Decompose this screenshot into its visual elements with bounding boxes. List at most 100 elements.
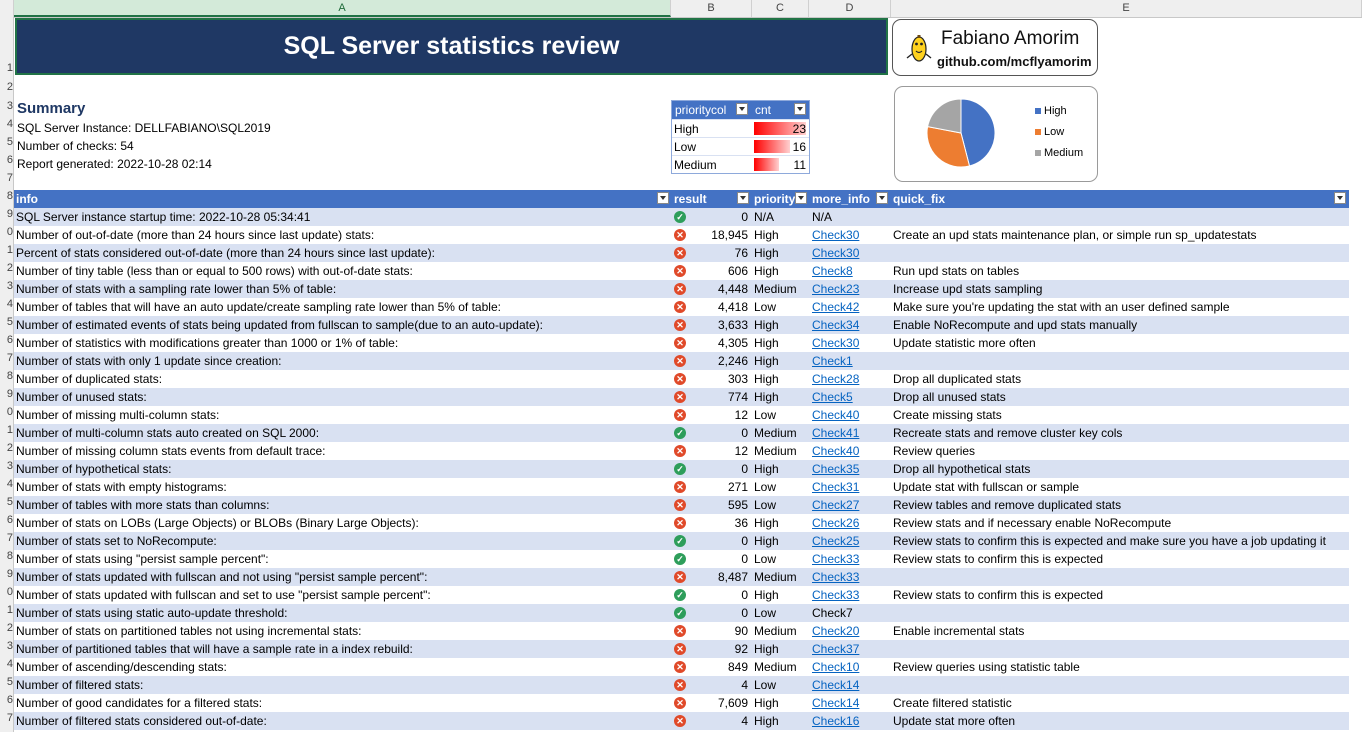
more-info-link[interactable]: Check26 (812, 516, 859, 530)
row-number[interactable]: 7 (0, 532, 13, 544)
table-row[interactable]: Number of stats updated with fullscan an… (14, 586, 1349, 604)
more-info-link[interactable]: Check41 (812, 426, 859, 440)
table-row[interactable]: Number of missing multi-column stats: ✕ 12… (14, 406, 1349, 424)
column-header-e[interactable]: E (891, 0, 1362, 17)
table-row[interactable]: Number of stats on partitioned tables no… (14, 622, 1349, 640)
pivot-row[interactable]: High 23 (672, 119, 809, 137)
more-info-link[interactable]: Check33 (812, 552, 859, 566)
table-row[interactable]: Percent of stats considered out-of-date … (14, 244, 1349, 262)
row-number[interactable]: 1 (0, 604, 13, 616)
column-header-b[interactable]: B (671, 0, 752, 17)
more-info-link[interactable]: Check30 (812, 246, 859, 260)
legend-item-high[interactable]: High (1035, 105, 1067, 117)
pivot-prioritycol-filter-icon[interactable] (736, 103, 748, 115)
table-row[interactable]: Number of multi-column stats auto create… (14, 424, 1349, 442)
more-info-link[interactable]: Check33 (812, 570, 859, 584)
table-row[interactable]: Number of stats using static auto-update… (14, 604, 1349, 622)
pivot-cnt-filter-icon[interactable] (794, 103, 806, 115)
more-info-link[interactable]: Check10 (812, 660, 859, 674)
row-number[interactable]: 2 (0, 81, 13, 93)
row-number[interactable]: 2 (0, 442, 13, 454)
column-header-a[interactable]: A (14, 0, 671, 17)
row-number[interactable]: 5 (0, 136, 13, 148)
priority-filter-icon[interactable] (795, 192, 807, 204)
table-row[interactable]: Number of stats updated with fullscan an… (14, 568, 1349, 586)
table-row[interactable]: Number of stats with a sampling rate low… (14, 280, 1349, 298)
quick-fix-filter-icon[interactable] (1334, 192, 1346, 204)
row-number[interactable]: 5 (0, 676, 13, 688)
column-header-d[interactable]: D (809, 0, 891, 17)
more-info-link[interactable]: Check14 (812, 696, 859, 710)
more-info-link[interactable]: Check14 (812, 678, 859, 692)
table-row[interactable]: Number of stats with empty histograms: ✕ 2… (14, 478, 1349, 496)
row-number[interactable]: 6 (0, 514, 13, 526)
row-number[interactable]: 1 (0, 424, 13, 436)
author-github-link[interactable]: github.com/mcflyamorim (937, 54, 1092, 69)
more-info-link[interactable]: Check35 (812, 462, 859, 476)
more-info-link[interactable]: Check25 (812, 534, 859, 548)
table-row[interactable]: Number of filtered stats considered out-… (14, 712, 1349, 730)
priority-pie-chart[interactable]: High Low Medium (894, 86, 1098, 182)
more-info-link[interactable]: Check16 (812, 714, 859, 728)
row-number[interactable]: 0 (0, 406, 13, 418)
legend-item-low[interactable]: Low (1035, 126, 1064, 138)
table-row[interactable]: Number of out-of-date (more than 24 hour… (14, 226, 1349, 244)
row-number[interactable]: 4 (0, 658, 13, 670)
row-number[interactable]: 3 (0, 460, 13, 472)
table-row[interactable]: Number of tiny table (less than or equal… (14, 262, 1349, 280)
table-row[interactable]: Number of stats with only 1 update since… (14, 352, 1349, 370)
result-filter-icon[interactable] (737, 192, 749, 204)
row-number[interactable]: 1 (0, 244, 13, 256)
pivot-row[interactable]: Medium 11 (672, 155, 809, 173)
row-number[interactable]: 3 (0, 640, 13, 652)
row-number[interactable]: 4 (0, 118, 13, 130)
more-info-link[interactable]: Check30 (812, 228, 859, 242)
table-row[interactable]: Number of estimated events of stats bein… (14, 316, 1349, 334)
row-number[interactable]: 9 (0, 568, 13, 580)
more-info-link[interactable]: Check33 (812, 588, 859, 602)
table-row[interactable]: Number of statistics with modifications … (14, 334, 1349, 352)
row-number[interactable]: 9 (0, 388, 13, 400)
row-number[interactable]: 7 (0, 352, 13, 364)
row-number[interactable]: 2 (0, 622, 13, 634)
more-info-link[interactable]: Check27 (812, 498, 859, 512)
row-number[interactable]: 9 (0, 208, 13, 220)
table-row[interactable]: Number of tables that will have an auto … (14, 298, 1349, 316)
more-info-link[interactable]: Check8 (812, 264, 853, 278)
row-number[interactable]: 5 (0, 316, 13, 328)
more-info-link[interactable]: Check20 (812, 624, 859, 638)
more-info-link[interactable]: Check30 (812, 336, 859, 350)
more-info-link[interactable]: Check40 (812, 444, 859, 458)
report-title[interactable]: SQL Server statistics review (15, 18, 888, 75)
row-number[interactable]: 0 (0, 586, 13, 598)
table-row[interactable]: Number of duplicated stats: ✕ 303 High Check… (14, 370, 1349, 388)
info-filter-icon[interactable] (657, 192, 669, 204)
row-number[interactable]: 7 (0, 172, 13, 184)
more-info-link[interactable]: Check40 (812, 408, 859, 422)
table-row[interactable]: Number of hypothetical stats: ✓ 0 High Check… (14, 460, 1349, 478)
more-info-link[interactable]: Check23 (812, 282, 859, 296)
row-number[interactable]: 0 (0, 226, 13, 238)
table-row[interactable]: Number of stats on LOBs (Large Objects) … (14, 514, 1349, 532)
row-number[interactable]: 6 (0, 694, 13, 706)
row-number[interactable]: 1 (0, 62, 13, 74)
more-info-link[interactable]: Check34 (812, 318, 859, 332)
table-row[interactable]: Number of good candidates for a filtered… (14, 694, 1349, 712)
more-info-link[interactable]: Check42 (812, 300, 859, 314)
column-header-c[interactable]: C (752, 0, 809, 17)
row-number[interactable]: 7 (0, 712, 13, 724)
row-number[interactable]: 8 (0, 190, 13, 202)
row-number[interactable]: 8 (0, 370, 13, 382)
more-info-link[interactable]: Check31 (812, 480, 859, 494)
table-row[interactable]: Number of missing column stats events fr… (14, 442, 1349, 460)
row-number[interactable]: 4 (0, 298, 13, 310)
row-number[interactable]: 6 (0, 334, 13, 346)
more-info-link[interactable]: Check28 (812, 372, 859, 386)
more-info-filter-icon[interactable] (876, 192, 888, 204)
table-row[interactable]: Number of ascending/descending stats: ✕ 84… (14, 658, 1349, 676)
more-info-link[interactable]: Check5 (812, 390, 853, 404)
more-info-link[interactable]: Check37 (812, 642, 859, 656)
row-number[interactable]: 3 (0, 280, 13, 292)
row-number[interactable]: 3 (0, 100, 13, 112)
row-number[interactable]: 2 (0, 262, 13, 274)
